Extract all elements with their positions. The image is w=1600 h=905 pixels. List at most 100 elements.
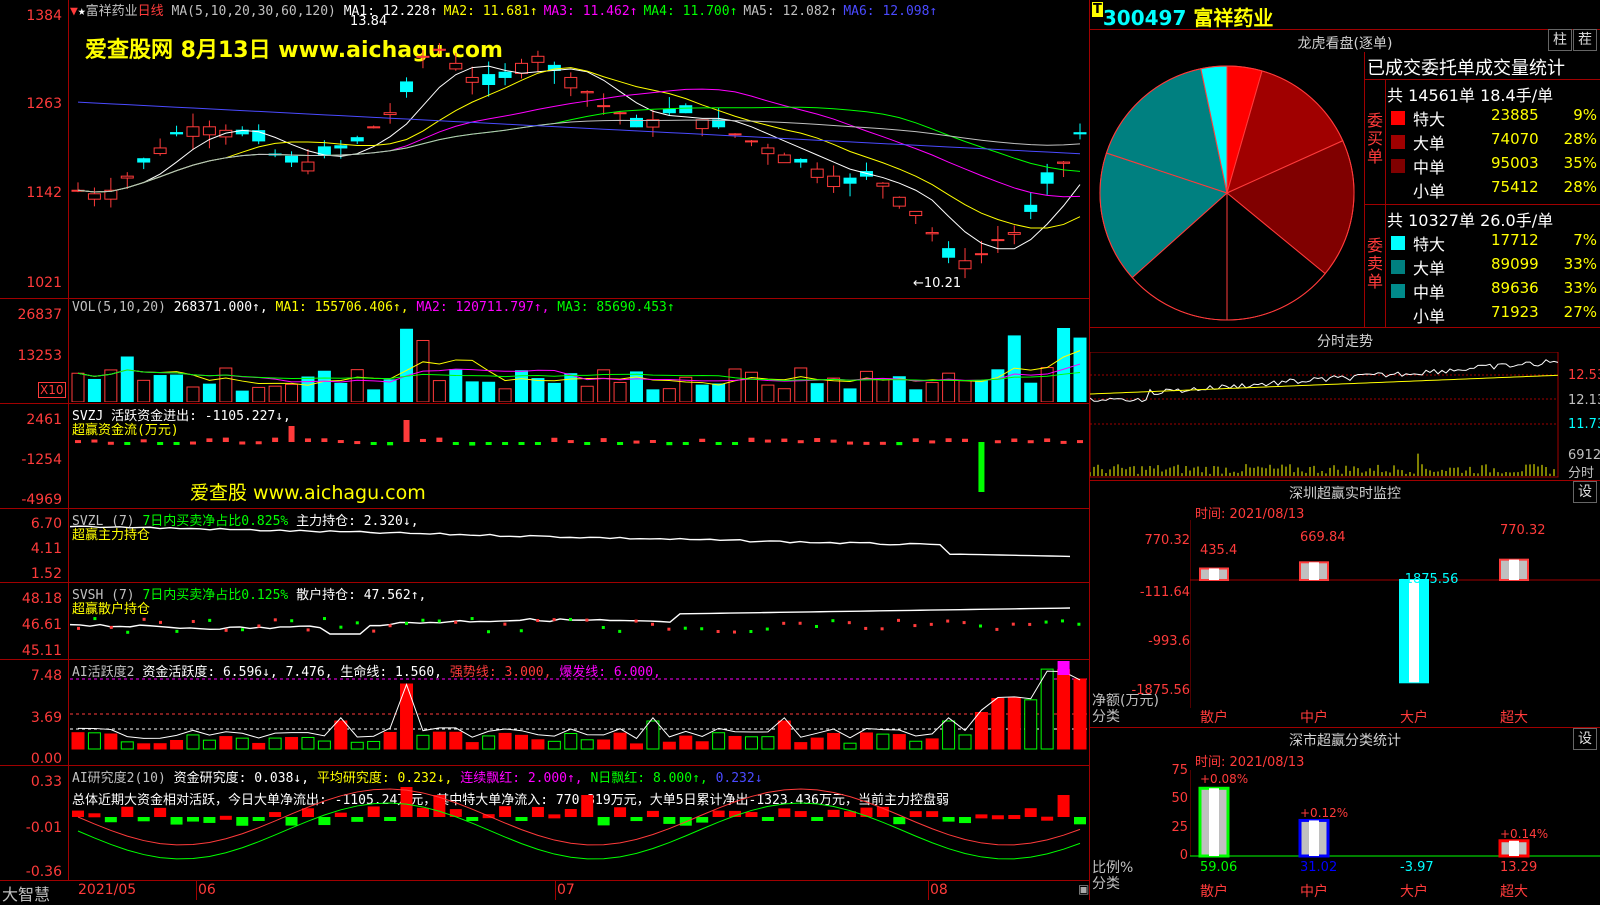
row-pct: 27% [1563,303,1597,321]
retail-dot [946,619,950,623]
sz-bar-highlight [1409,580,1419,683]
candle-body [991,239,1005,242]
retail-dot [503,622,507,626]
lock-icon[interactable]: ▣ [1078,882,1089,896]
volume-bar [564,373,578,402]
activity-bar [695,741,709,750]
sz-category: 超大 [1500,710,1528,726]
brand-label: 大智慧 [2,885,51,904]
flow-bar [649,439,656,443]
flow-bar [879,441,886,445]
flow-bar [288,426,295,442]
activity-bar [942,720,956,750]
retail-dot [782,621,786,625]
activity-bar [153,743,167,750]
volume-bar [1057,327,1071,402]
candle-body [137,158,151,163]
flow-bar [764,439,771,443]
retail-dot [733,630,736,634]
activity-bar [186,734,200,750]
candle-body [1057,161,1071,164]
sz-monitor-chart[interactable] [1190,520,1600,710]
retail-dot [1044,620,1048,624]
flow-bar [452,442,459,445]
order-pie-chart[interactable] [1096,62,1358,324]
flow-bar [748,437,755,442]
research-bar [88,813,101,818]
intraday-chart[interactable] [1090,352,1560,478]
row-pct: 28% [1563,130,1597,148]
flow-bar [551,437,558,442]
y-tick: 6.70 [30,516,62,532]
volume-bar [974,380,988,402]
retail-dot [323,617,326,621]
retail-dot [454,620,458,624]
activity-bar [531,739,545,750]
sc-tick: 0 [1179,848,1188,863]
candle-body [892,196,906,207]
flow-bar [715,442,722,445]
stats-title: 已成交委托单成交量统计 [1367,58,1565,79]
retail-dot [159,620,162,624]
activity-line [77,670,1081,740]
sc-settings-button[interactable]: 设 [1573,728,1597,750]
activity-bar [564,733,578,750]
sz-bar-label: 435.4 [1200,543,1238,558]
sz-category: 散户 [1200,710,1228,726]
date-tick: 08 [930,882,948,898]
activity-bar [958,734,972,750]
activity-bar [317,740,331,750]
candle-body [728,133,742,136]
flow-bar [600,438,607,442]
volume-chart[interactable] [70,316,1088,402]
pie-toggle-button[interactable]: 茬 [1573,29,1597,51]
retail-dot [700,627,704,631]
vol-unit-badge: X10 [38,382,66,398]
retail-dot [93,617,97,621]
stats-table: 已成交委托单成交量统计 共 14561单 18.4手/单 委买单 特大 23885… [1364,52,1600,327]
y-tick: 2461 [26,412,62,428]
research-bar [219,815,232,820]
sc-stats-chart[interactable] [1190,770,1600,860]
sc-tick: 50 [1171,791,1188,806]
candle-body [613,112,627,115]
sc-bar-highlight [1509,840,1519,856]
row-pct: 35% [1563,154,1597,172]
main-chart-panel[interactable]: ▼★富祥药业日线 MA(5,10,20,30,60,120) MA1: 12.2… [0,0,1090,904]
activity-bar [876,733,890,750]
svzl-chart[interactable] [70,510,1088,582]
volume-bar [120,356,134,402]
ai-activity-chart[interactable] [70,661,1088,764]
t-badge: T [1092,2,1103,17]
activity-bar [1073,678,1087,750]
ma-line-30 [77,106,1081,193]
research-bar [269,812,282,817]
bar-toggle-button[interactable]: 柱 [1548,29,1572,51]
research-bar [170,817,183,825]
retail-dot [765,627,769,631]
flow-bar [436,437,443,442]
avg-line [1090,374,1559,395]
sz-settings-button[interactable]: 设 [1573,481,1597,503]
ai-research-chart[interactable] [70,767,1088,879]
research-bar [909,811,922,817]
code-header: T300497 富祥药业 [1092,2,1273,31]
retail-dot [372,629,376,633]
candle-body [400,81,414,93]
vol-ma3: MA3: 85690.453↑ [557,300,675,315]
flow-bar [732,442,739,445]
candle-body [120,175,134,179]
flow-bar [173,442,180,445]
y-tick: 1263 [26,96,62,112]
row-pct: 7% [1573,231,1597,249]
fenshi-tick: 11.73 [1568,417,1600,432]
svsh-chart[interactable] [70,584,1088,658]
flow-bar [781,438,788,442]
right-panel: T300497 富祥药业 龙虎看盘(逐单) 柱 茬 已成交委托单成交量统计 共 … [1090,0,1600,900]
fenshi-frame [1090,352,1559,478]
kline-chart[interactable] [70,14,1088,296]
y-tick: 1384 [26,8,62,24]
flow-bar [699,438,706,442]
retail-dot [306,628,310,632]
activity-bar [252,742,266,750]
